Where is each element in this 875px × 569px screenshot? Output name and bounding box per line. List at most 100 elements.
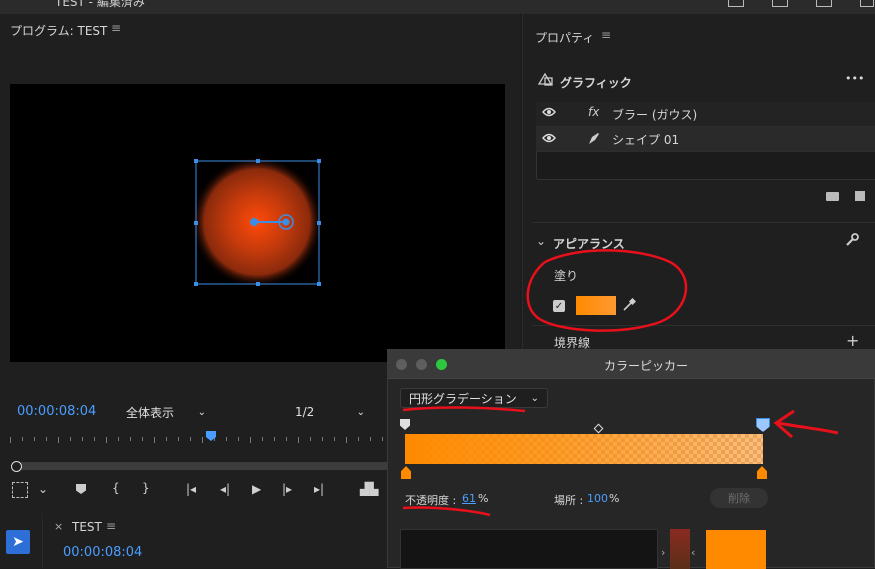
workspace-icon-3[interactable] (816, 0, 832, 7)
ruler-tick (358, 437, 359, 441)
ruler-tick (46, 437, 47, 441)
arrow-cursor-icon: ➤ (12, 534, 24, 550)
panel-menu-icon[interactable]: ≡ (111, 21, 121, 35)
ruler-tick (286, 437, 287, 441)
close-tab-icon[interactable]: × (54, 520, 63, 533)
annotation-fill-circle (526, 249, 688, 332)
gradient-center-handle (250, 218, 258, 226)
safe-margins-icon[interactable] (12, 482, 28, 498)
timeline-tab-title[interactable]: TEST (72, 520, 102, 534)
step-forward-icon[interactable]: |▸ (282, 482, 292, 496)
fx-icon: fx (588, 105, 600, 119)
ruler-tick (382, 437, 383, 441)
folder-icon[interactable] (826, 192, 839, 201)
opacity-stop-right-selected[interactable] (756, 418, 770, 432)
color-stop-right[interactable] (757, 466, 767, 479)
close-button[interactable] (396, 359, 407, 370)
timeline-timecode[interactable]: 00:00:08:04 (63, 545, 142, 560)
pen-icon (586, 130, 602, 146)
delete-button[interactable]: 削除 (710, 488, 768, 508)
wrench-icon[interactable] (845, 233, 859, 247)
zoom-button[interactable] (436, 359, 447, 370)
color-preview-swatch (706, 530, 766, 569)
ruler-tick (166, 437, 167, 441)
ruler-tick (142, 437, 143, 441)
step-back-icon[interactable]: ◂| (220, 482, 230, 496)
eye-icon[interactable] (542, 133, 556, 143)
ruler-tick (298, 437, 299, 443)
workspace-icon-4[interactable] (860, 0, 874, 7)
resolution-dropdown[interactable]: 1/2 ⌄ (287, 402, 373, 422)
transport-controls: ⌄ { } |◂ ◂| ▶ |▸ ▸| ▟▙ (10, 481, 390, 502)
new-layer-icon[interactable] (855, 191, 865, 201)
program-monitor-header: プログラム: TEST ≡ (0, 14, 520, 44)
panel-menu-icon[interactable]: ≡ (601, 28, 611, 42)
chevron-down-icon: ⌄ (197, 406, 206, 418)
go-to-in-icon[interactable]: |◂ (186, 482, 196, 496)
timeline-panel: × TEST ≡ 00:00:08:04 (44, 514, 388, 568)
gradient-midpoint-diamond[interactable] (593, 423, 604, 434)
ruler-tick (70, 437, 71, 441)
minimize-button[interactable] (416, 359, 427, 370)
ruler-tick (226, 437, 227, 441)
eye-icon[interactable] (542, 107, 556, 117)
chevron-down-icon[interactable]: ⌄ (38, 482, 48, 496)
ruler-tick (34, 437, 35, 441)
workspace-icon-2[interactable] (772, 0, 788, 7)
ruler-tick (118, 437, 119, 441)
add-stroke-icon[interactable]: + (846, 331, 859, 350)
location-label: 場所 : (554, 494, 584, 507)
video-preview (191, 156, 323, 288)
ruler-tick (130, 437, 131, 441)
layer-row-blur[interactable]: fx ブラー (ガウス) (536, 102, 875, 127)
gradient-bar[interactable] (405, 434, 763, 464)
color-field[interactable] (400, 529, 658, 569)
ruler-tick (250, 437, 251, 443)
ruler-tick (82, 437, 83, 441)
panel-menu-icon[interactable]: ≡ (106, 519, 116, 533)
location-value[interactable]: 100 (587, 492, 608, 505)
time-ruler[interactable] (10, 437, 388, 445)
zoom-scrollbar[interactable] (15, 462, 390, 470)
annotation-underline-opacity (402, 506, 491, 517)
workspace-icon[interactable] (728, 0, 744, 7)
program-timecode[interactable]: 00:00:08:04 (17, 404, 96, 419)
location-unit: % (609, 492, 620, 505)
selection-tool-button[interactable]: ➤ (6, 530, 30, 554)
scrollbar-handle[interactable] (11, 461, 22, 472)
ruler-tick (190, 437, 191, 441)
ruler-tick (238, 437, 239, 441)
hue-slider[interactable] (670, 529, 690, 569)
zoom-dropdown[interactable]: 全体表示 ⌄ (118, 402, 214, 422)
dialog-titlebar: カラーピッカー (388, 350, 875, 379)
play-icon[interactable]: ▶ (252, 482, 261, 496)
ruler-tick (94, 437, 95, 441)
panel-title[interactable]: プロパティ (535, 29, 594, 46)
video-canvas[interactable] (10, 84, 505, 362)
zoom-value: 全体表示 (126, 405, 175, 420)
chevron-left-icon: ‹ (691, 546, 696, 559)
annotation-arrow (773, 409, 839, 439)
panel-title[interactable]: プログラム: TEST (10, 22, 107, 39)
marker-icon[interactable] (76, 484, 86, 494)
resolution-value: 1/2 (295, 405, 315, 419)
more-options-icon[interactable]: ••• (845, 72, 864, 85)
graphic-icon (537, 72, 553, 86)
graphic-label: グラフィック (560, 76, 632, 90)
chevron-right-icon: › (661, 546, 666, 559)
ruler-tick (346, 437, 347, 443)
delete-button-label: 削除 (728, 492, 750, 505)
annotation-underline-gradient-type (402, 406, 526, 413)
mark-out-icon[interactable]: } (142, 481, 150, 495)
opacity-stop-left[interactable] (400, 419, 410, 430)
go-to-out-icon[interactable]: ▸| (314, 482, 324, 496)
ruler-tick (370, 437, 371, 441)
lift-icon[interactable]: ▟▙ (360, 482, 378, 496)
layer-row-shape[interactable]: シェイプ 01 (536, 127, 875, 152)
ruler-tick (310, 437, 311, 441)
chevron-down-icon: ⌄ (356, 406, 365, 418)
color-stop-left[interactable] (401, 466, 411, 479)
ruler-tick (154, 437, 155, 443)
mark-in-icon[interactable]: { (112, 481, 120, 495)
layer-name: シェイプ 01 (612, 133, 680, 147)
